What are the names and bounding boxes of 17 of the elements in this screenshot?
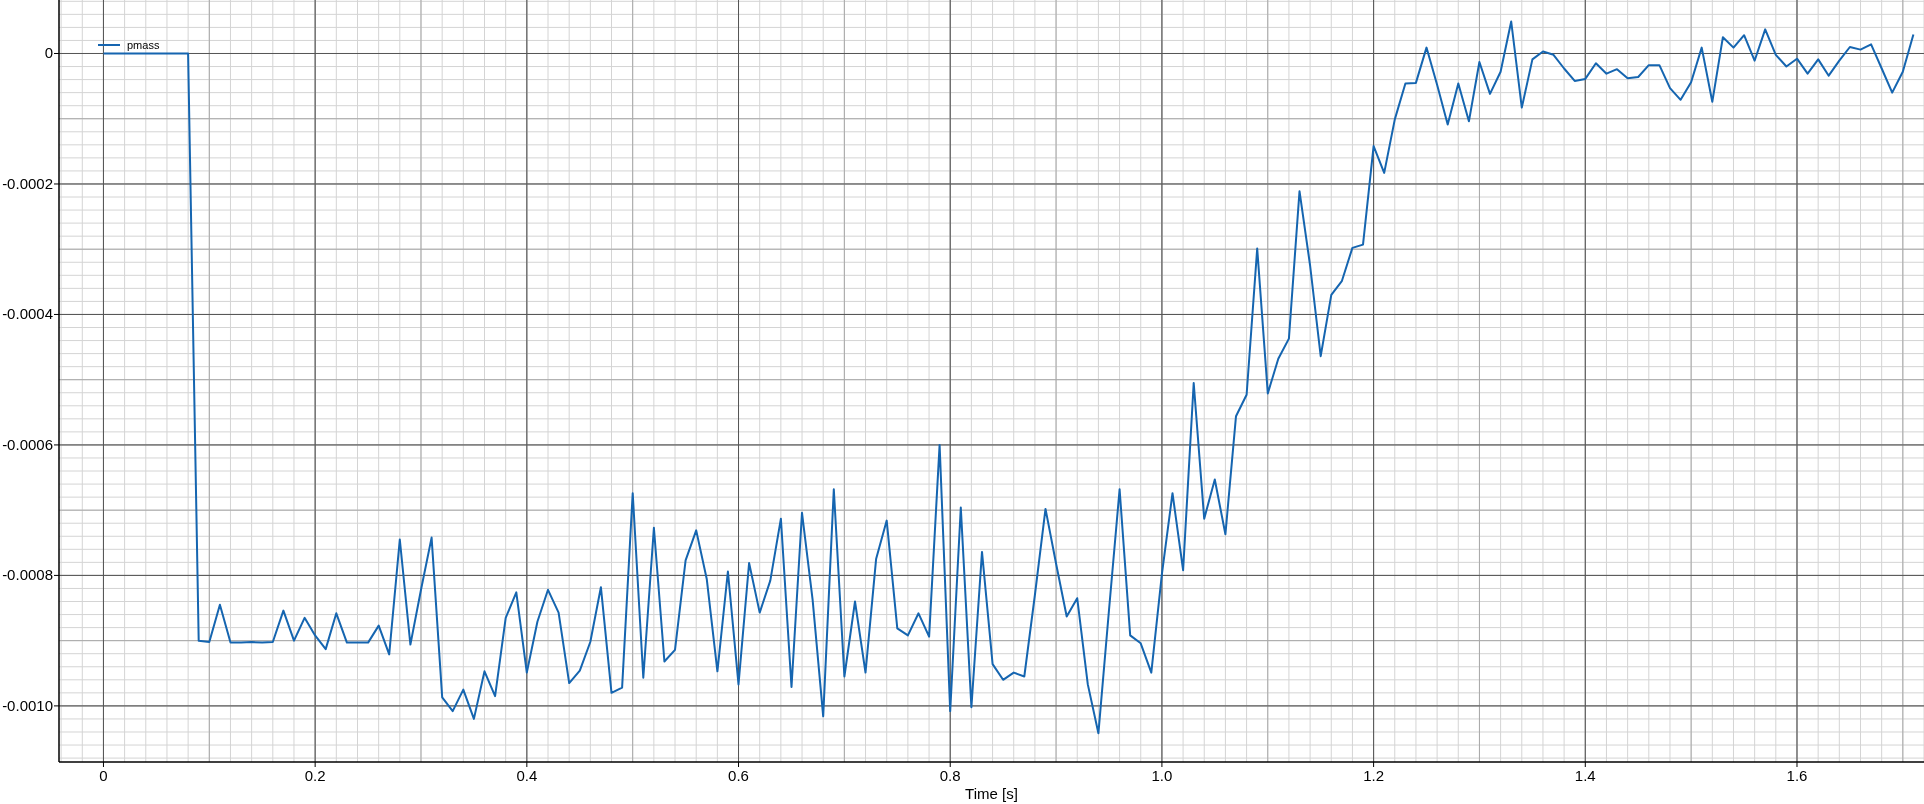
axis-tick-label: 1.0	[1151, 767, 1173, 784]
axis-tick-label: 0.6	[728, 767, 749, 784]
axis-tick-label: 0.4	[516, 767, 538, 784]
axis-tick-label: 0.2	[304, 767, 326, 784]
axis-tick-label: -0.0010	[2, 696, 53, 714]
axis-tick-label: 1.6	[1786, 767, 1808, 784]
axis-title: Time [s]	[965, 785, 1018, 802]
axis-tick-label: 0	[99, 767, 108, 784]
axis-tick-label: -0.0004	[2, 305, 53, 323]
legend-label: pmass	[127, 39, 160, 51]
axis-tick-label: 1.2	[1363, 767, 1385, 784]
axis-tick-label: -0.0006	[2, 435, 53, 453]
axis-tick-label: -0.0008	[2, 566, 53, 584]
axis-tick-label: 1.4	[1574, 767, 1596, 784]
axis-tick-label: 0	[44, 44, 53, 62]
axis-tick-label: -0.0002	[2, 175, 53, 192]
axis-tick-label: 0.8	[939, 767, 961, 784]
